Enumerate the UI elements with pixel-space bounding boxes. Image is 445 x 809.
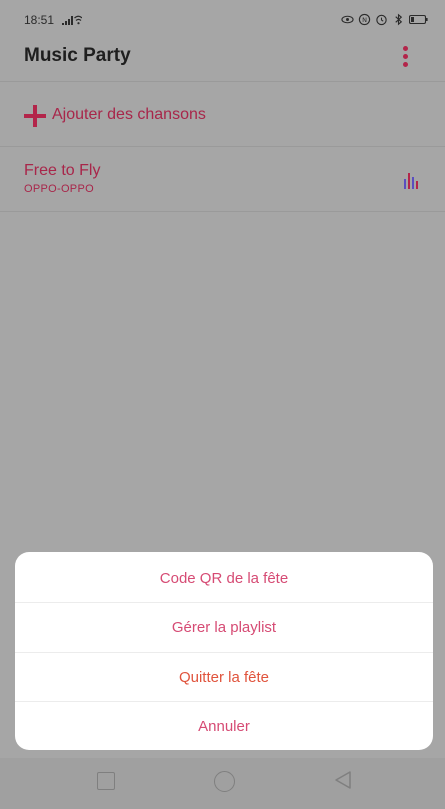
status-bar: 18:51 N (0, 0, 445, 34)
more-vertical-icon[interactable] (399, 44, 411, 70)
manage-playlist-button[interactable]: Gérer la playlist (15, 603, 433, 652)
add-songs-button[interactable]: Ajouter des chansons (0, 96, 445, 140)
svg-text:N: N (362, 15, 367, 23)
song-title: Free to Fly (24, 162, 101, 179)
divider (0, 146, 445, 147)
add-songs-label: Ajouter des chansons (52, 106, 206, 123)
status-icons: N (341, 12, 429, 26)
equalizer-icon (404, 173, 418, 189)
plus-icon (24, 105, 46, 127)
action-sheet: Code QR de la fête Gérer la playlist Qui… (15, 552, 433, 750)
screen: 18:51 N Music Party Ajouter des chansons… (0, 0, 445, 809)
battery-icon (409, 14, 428, 24)
divider (0, 81, 445, 82)
page-title: Music Party (24, 45, 131, 66)
eye-comfort-icon (341, 15, 354, 23)
cancel-button[interactable]: Annuler (15, 702, 433, 750)
leave-party-button[interactable]: Quitter la fête (15, 653, 433, 702)
status-time: 18:51 (24, 13, 55, 27)
navigation-bar (0, 758, 445, 809)
alarm-icon (376, 14, 387, 25)
recents-square-icon[interactable] (97, 772, 115, 790)
song-artist: OPPO-OPPO (24, 183, 94, 195)
divider (0, 211, 445, 212)
nfc-icon: N (358, 13, 371, 25)
signal-icon (62, 15, 82, 25)
party-qr-code-button[interactable]: Code QR de la fête (15, 554, 433, 603)
playlist-item[interactable]: Free to Fly OPPO-OPPO (0, 156, 445, 208)
home-circle-icon[interactable] (214, 771, 235, 792)
bluetooth-icon (395, 13, 403, 25)
back-triangle-icon[interactable] (334, 770, 352, 790)
